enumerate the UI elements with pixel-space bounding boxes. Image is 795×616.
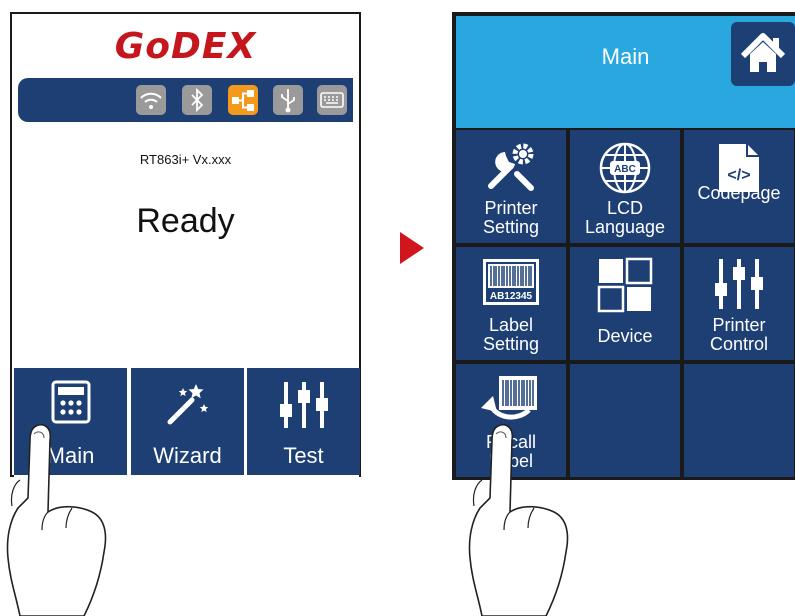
wizard-button-label: Wizard bbox=[153, 443, 222, 468]
printer-home-screen: GoDEX RT863i+ Vx.xxx Ready Main Wizard T… bbox=[10, 12, 361, 477]
barcode-icon: AB12345 bbox=[483, 259, 539, 305]
ethernet-icon bbox=[228, 85, 258, 115]
printer-control-item[interactable]: Printer Control bbox=[684, 247, 794, 360]
printer-status: Ready bbox=[136, 202, 235, 240]
lcd-language-item[interactable]: ABC LCD Language bbox=[570, 130, 680, 243]
bluetooth-icon bbox=[182, 85, 212, 115]
empty-menu-cell bbox=[684, 364, 794, 477]
empty-menu-cell bbox=[570, 364, 680, 477]
printer-setting-label: Printer Setting bbox=[482, 198, 540, 237]
usb-icon bbox=[273, 85, 303, 115]
codepage-label: Codepage bbox=[697, 183, 781, 203]
next-arrow-icon bbox=[400, 232, 424, 264]
test-button[interactable]: Test bbox=[247, 368, 360, 475]
grid-icon bbox=[597, 257, 653, 313]
magic-wand-icon bbox=[167, 384, 208, 425]
device-item[interactable]: Device bbox=[570, 247, 680, 360]
globe-icon: ABC bbox=[599, 142, 651, 194]
lcd-language-label: LCD Language bbox=[584, 198, 666, 237]
home-button[interactable] bbox=[731, 22, 795, 86]
printer-setting-item[interactable]: Printer Setting bbox=[456, 130, 566, 243]
calculator-icon bbox=[51, 380, 90, 424]
sliders-icon bbox=[715, 259, 763, 309]
codepage-item[interactable]: </> Codepage bbox=[684, 130, 794, 243]
tap-hand-icon bbox=[468, 424, 569, 616]
barcode-icon-text: AB12345 bbox=[490, 291, 533, 302]
home-icon bbox=[740, 33, 786, 72]
code-file-icon-text: </> bbox=[727, 167, 750, 184]
tap-hand-icon bbox=[6, 424, 107, 616]
printer-control-label: Printer Control bbox=[709, 315, 769, 354]
device-label: Device bbox=[597, 326, 653, 346]
main-menu-screen: Main Printer Setting ABC LCD Language </… bbox=[452, 12, 795, 480]
status-bar bbox=[18, 78, 353, 122]
menu-header: Main bbox=[456, 16, 795, 128]
wizard-button[interactable]: Wizard bbox=[131, 368, 244, 475]
tools-icon bbox=[488, 143, 534, 191]
keyboard-icon bbox=[317, 85, 347, 115]
sliders-icon bbox=[279, 382, 328, 428]
wifi-icon bbox=[136, 85, 166, 115]
label-setting-item[interactable]: AB12345 Label Setting bbox=[456, 247, 566, 360]
label-setting-label: Label Setting bbox=[482, 315, 540, 354]
test-button-label: Test bbox=[283, 443, 324, 468]
godex-logo: GoDEX bbox=[114, 26, 257, 67]
recall-barcode-icon bbox=[481, 376, 537, 420]
printer-model: RT863i+ Vx.xxx bbox=[139, 152, 232, 167]
globe-icon-text: ABC bbox=[614, 164, 636, 175]
